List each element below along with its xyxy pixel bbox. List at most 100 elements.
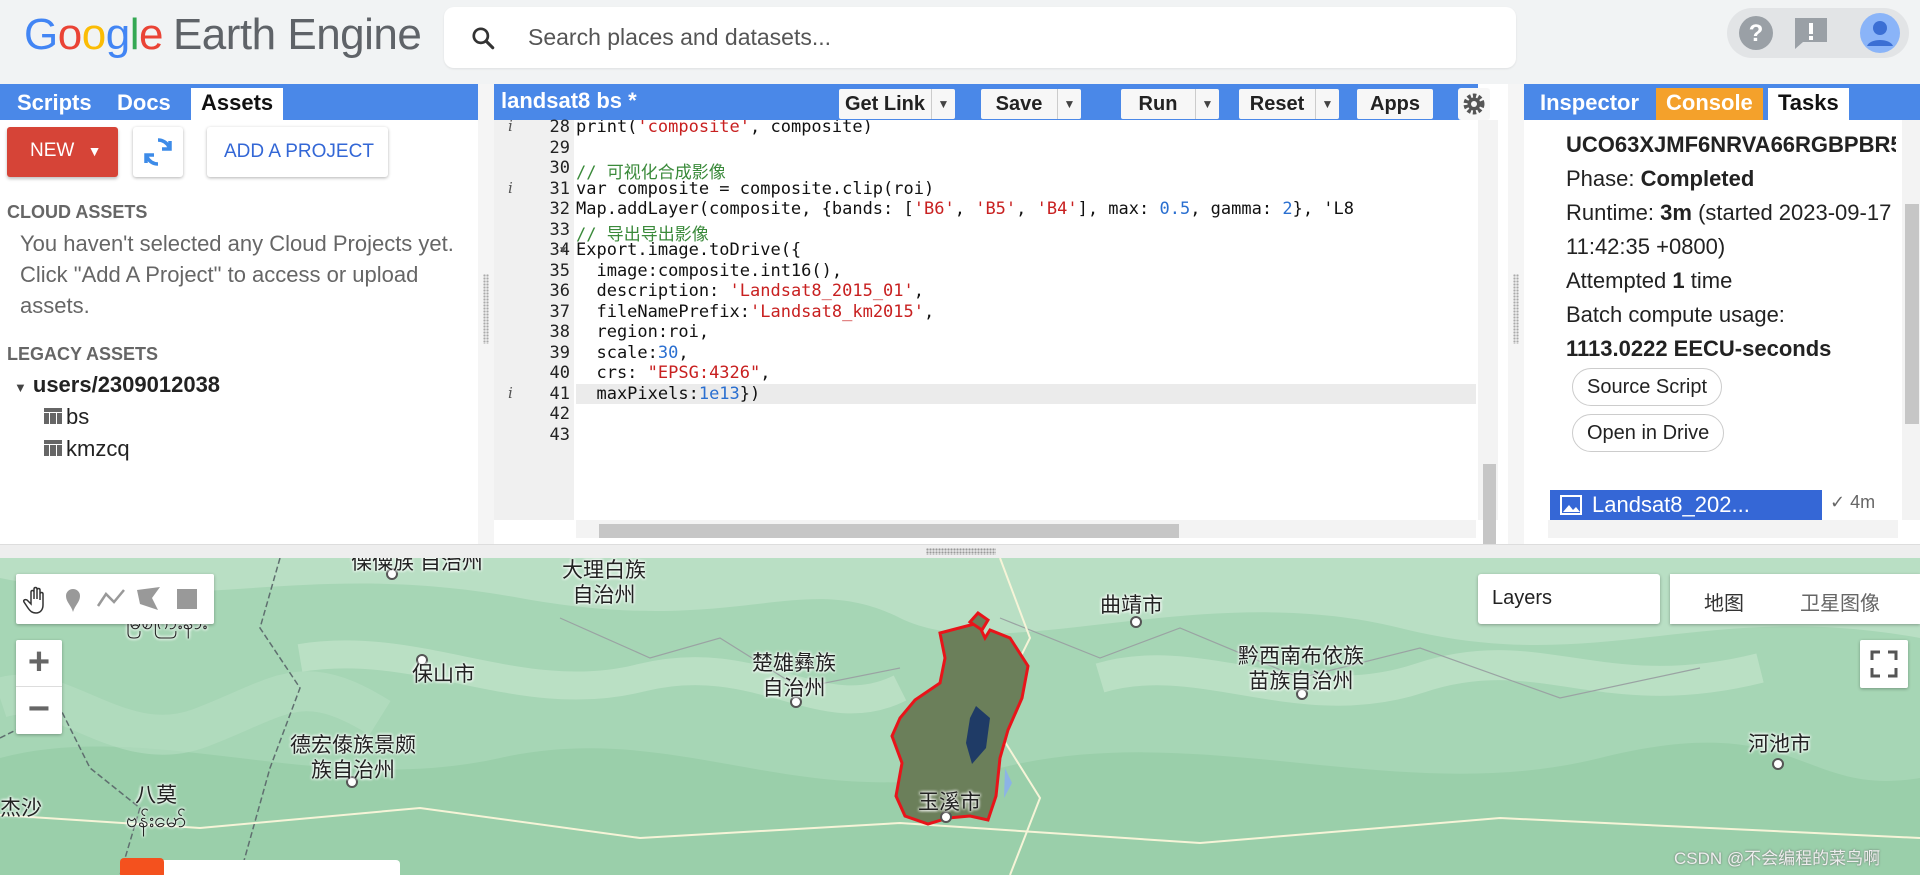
left-panel-resizer[interactable] (478, 84, 494, 544)
line-number: 38 (549, 322, 570, 342)
drawing-tools (16, 574, 214, 624)
asset-folder-root[interactable]: ▼ users/2309012038 (14, 372, 220, 398)
top-bar: GoogleEarth Engine ? (0, 0, 1920, 84)
task-list-item[interactable]: Landsat8_202... (1550, 490, 1822, 520)
polyline-icon[interactable] (94, 582, 128, 616)
asset-item-kmzcq[interactable]: kmzcq (44, 436, 130, 462)
search-box[interactable] (444, 7, 1516, 68)
get-link-button[interactable]: Get Link ▼ (839, 89, 955, 119)
tasks-horizontal-scrollbar[interactable] (1548, 520, 1898, 538)
cloud-assets-heading: CLOUD ASSETS (7, 202, 148, 222)
layers-button[interactable]: Layers (1478, 574, 1660, 624)
asset-item-bs[interactable]: bs (44, 404, 89, 430)
map-label-qianxinan: 黔西南布依族 苗族自治州 (1238, 645, 1364, 693)
tab-scripts[interactable]: Scripts (7, 88, 102, 120)
line-number: 32 (549, 199, 570, 219)
code-line[interactable]: region:roi, (576, 322, 709, 342)
runtime-label: Runtime: (1566, 200, 1655, 225)
pan-hand-icon[interactable] (20, 582, 54, 616)
info-marker-icon[interactable]: i (508, 384, 513, 402)
dropdown-arrow-icon[interactable]: ▼ (931, 89, 955, 119)
task-elapsed: 4m (1850, 492, 1876, 512)
zoom-out-button[interactable]: − (16, 686, 62, 732)
line-number: 43 (549, 424, 570, 445)
code-line[interactable]: maxPixels:1e13}) (576, 383, 1476, 404)
apps-button[interactable]: Apps (1357, 89, 1433, 119)
line-number: 28 (549, 117, 570, 137)
line-number: 31 (549, 178, 570, 199)
map-resizer[interactable] (0, 544, 1920, 558)
tab-tasks[interactable]: Tasks (1768, 88, 1849, 120)
map-label-hechi: 河池市 (1748, 733, 1811, 756)
grip-dots (926, 548, 996, 555)
tab-console[interactable]: Console (1656, 88, 1763, 120)
google-earth-engine-logo[interactable]: Google Earth Engine (24, 10, 422, 60)
source-script-button[interactable]: Source Script (1572, 368, 1723, 406)
tab-inspector[interactable]: Inspector (1530, 88, 1649, 120)
tasks-scroll-thumb[interactable] (1905, 204, 1919, 424)
line-number: 39 (549, 342, 570, 363)
code-line[interactable]: fileNamePrefix:'Landsat8_km2015', (576, 302, 934, 322)
reset-label: Reset (1249, 93, 1305, 115)
info-marker-icon[interactable]: i (508, 117, 513, 135)
map-type-toggle: 地图 卫星图像 (1670, 574, 1920, 624)
map-view[interactable]: 傈僳族 自治州 မြစ်ကြီးနား 保山市 大理白族 自治州 楚雄彝族 自治… (0, 558, 1920, 875)
code-line[interactable]: Map.addLayer(composite, {bands: ['B6', '… (576, 199, 1354, 219)
map-type-roadmap[interactable]: 地图 (1704, 587, 1744, 616)
legacy-assets-heading: LEGACY ASSETS (7, 344, 159, 364)
dropdown-arrow-icon[interactable]: ▼ (1195, 89, 1219, 119)
add-project-button[interactable]: ADD A PROJECT (207, 127, 388, 177)
tab-docs[interactable]: Docs (107, 88, 181, 120)
code-line[interactable]: scale:30, (576, 343, 688, 363)
rectangle-icon[interactable] (170, 582, 204, 616)
save-label: Save (995, 93, 1043, 115)
search-icon (472, 27, 495, 50)
task-phase: Phase: Completed (1566, 162, 1896, 196)
refresh-button[interactable] (133, 127, 183, 177)
editor-hscroll-thumb[interactable] (599, 524, 1179, 538)
save-button[interactable]: Save ▼ (981, 89, 1081, 119)
line-number: 35 (549, 260, 570, 281)
code-line[interactable]: image:composite.int16(), (576, 261, 842, 281)
open-in-drive-button[interactable]: Open in Drive (1572, 414, 1725, 452)
zoom-controls: + − (16, 640, 62, 734)
table-icon (44, 408, 62, 424)
code-area[interactable]: print('composite', composite)// 可视化合成影像 v… (576, 120, 1476, 520)
line-number: 40 (549, 363, 570, 383)
fold-toggle-icon[interactable]: ▼ (558, 245, 568, 256)
asset-label: bs (66, 404, 90, 429)
run-button[interactable]: Run ▼ (1121, 89, 1219, 119)
settings-button[interactable] (1458, 88, 1490, 120)
editor-vertical-scrollbar[interactable] (1478, 120, 1498, 520)
reset-button[interactable]: Reset ▼ (1239, 89, 1339, 119)
fullscreen-button[interactable] (1860, 640, 1908, 688)
right-panel-resizer[interactable] (1508, 84, 1524, 544)
code-line[interactable]: print('composite', composite) (576, 120, 873, 137)
new-button-label: NEW (30, 140, 75, 161)
code-line[interactable]: var composite = composite.clip(roi) (576, 179, 934, 199)
dropdown-arrow-icon[interactable]: ▼ (1057, 89, 1081, 119)
account-avatar-icon[interactable] (1859, 12, 1901, 54)
code-line[interactable]: description: 'Landsat8_2015_01', (576, 281, 924, 301)
new-button[interactable]: NEW ▼ (7, 127, 118, 177)
map-label-bhamo: 八莫 ဗန်းမော် (126, 784, 187, 832)
map-type-satellite[interactable]: 卫星图像 (1800, 587, 1880, 616)
help-icon[interactable]: ? (1737, 14, 1775, 52)
runtime-value: 3m (1660, 200, 1692, 225)
polygon-icon[interactable] (132, 582, 166, 616)
map-label-chuxiong: 楚雄彝族 自治州 (752, 652, 836, 700)
refresh-icon (144, 138, 172, 166)
map-label-baoshan: 保山市 (412, 663, 475, 686)
script-title: landsat8 bs * (501, 88, 637, 113)
tab-assets[interactable]: Assets (191, 88, 284, 120)
attempted-suffix: time (1690, 268, 1733, 293)
dropdown-arrow-icon[interactable]: ▼ (1315, 89, 1339, 119)
usage-label: Batch compute usage: (1566, 302, 1785, 327)
code-line[interactable]: crs: "EPSG:4326", (576, 363, 770, 383)
code-line[interactable]: Export.image.toDrive({ (576, 240, 801, 260)
marker-icon[interactable] (56, 582, 90, 616)
search-input[interactable] (528, 19, 1488, 55)
zoom-in-button[interactable]: + (16, 640, 62, 686)
info-marker-icon[interactable]: i (508, 179, 513, 197)
feedback-icon[interactable] (1793, 16, 1829, 50)
